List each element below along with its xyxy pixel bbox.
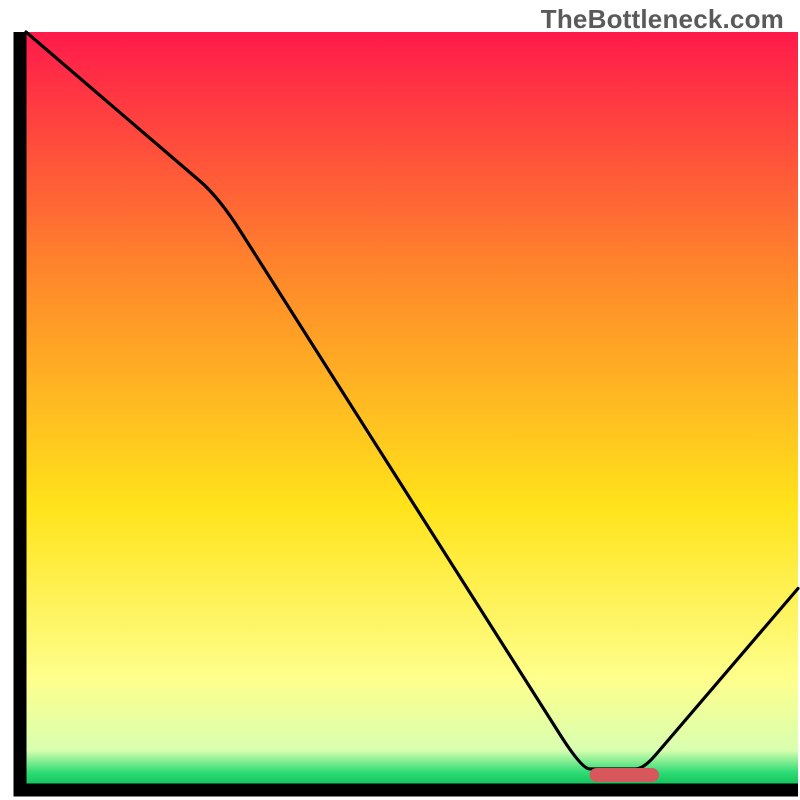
- plot-background: [26, 32, 798, 784]
- optimal-range-marker: [590, 768, 659, 782]
- watermark-text: TheBottleneck.com: [541, 4, 784, 35]
- bottleneck-chart: [0, 0, 800, 800]
- chart-container: { "watermark": "TheBottleneck.com", "cha…: [0, 0, 800, 800]
